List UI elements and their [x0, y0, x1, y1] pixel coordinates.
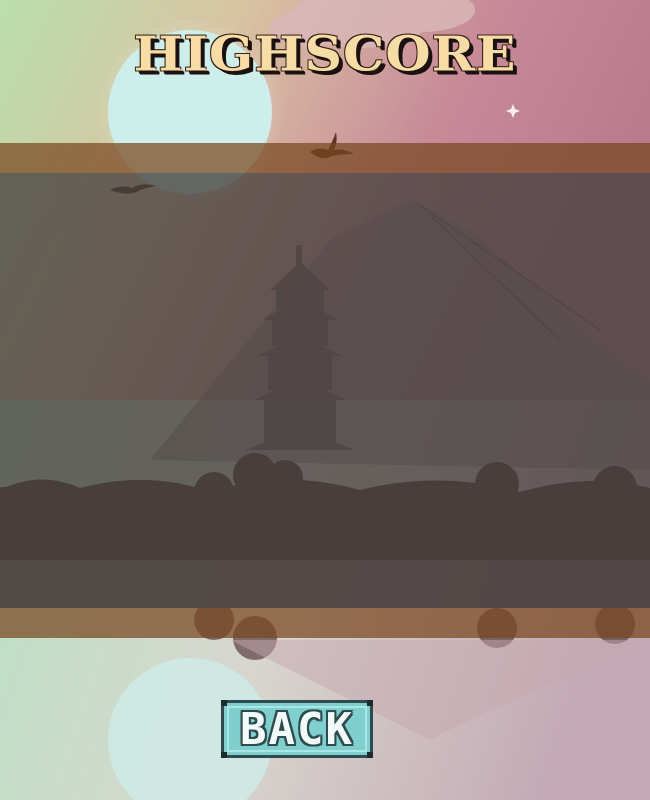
- button-corner: [221, 752, 227, 758]
- button-corner: [367, 752, 373, 758]
- button-corner: [221, 700, 227, 706]
- highscore-panel: [0, 173, 650, 608]
- back-button[interactable]: BACK: [221, 700, 373, 758]
- highscore-band-bottom: [0, 608, 650, 638]
- highscore-band-top: [0, 143, 650, 173]
- highscore-title: HIGHSCORE: [133, 26, 517, 83]
- back-button-label: BACK: [240, 703, 354, 755]
- button-corner: [367, 700, 373, 706]
